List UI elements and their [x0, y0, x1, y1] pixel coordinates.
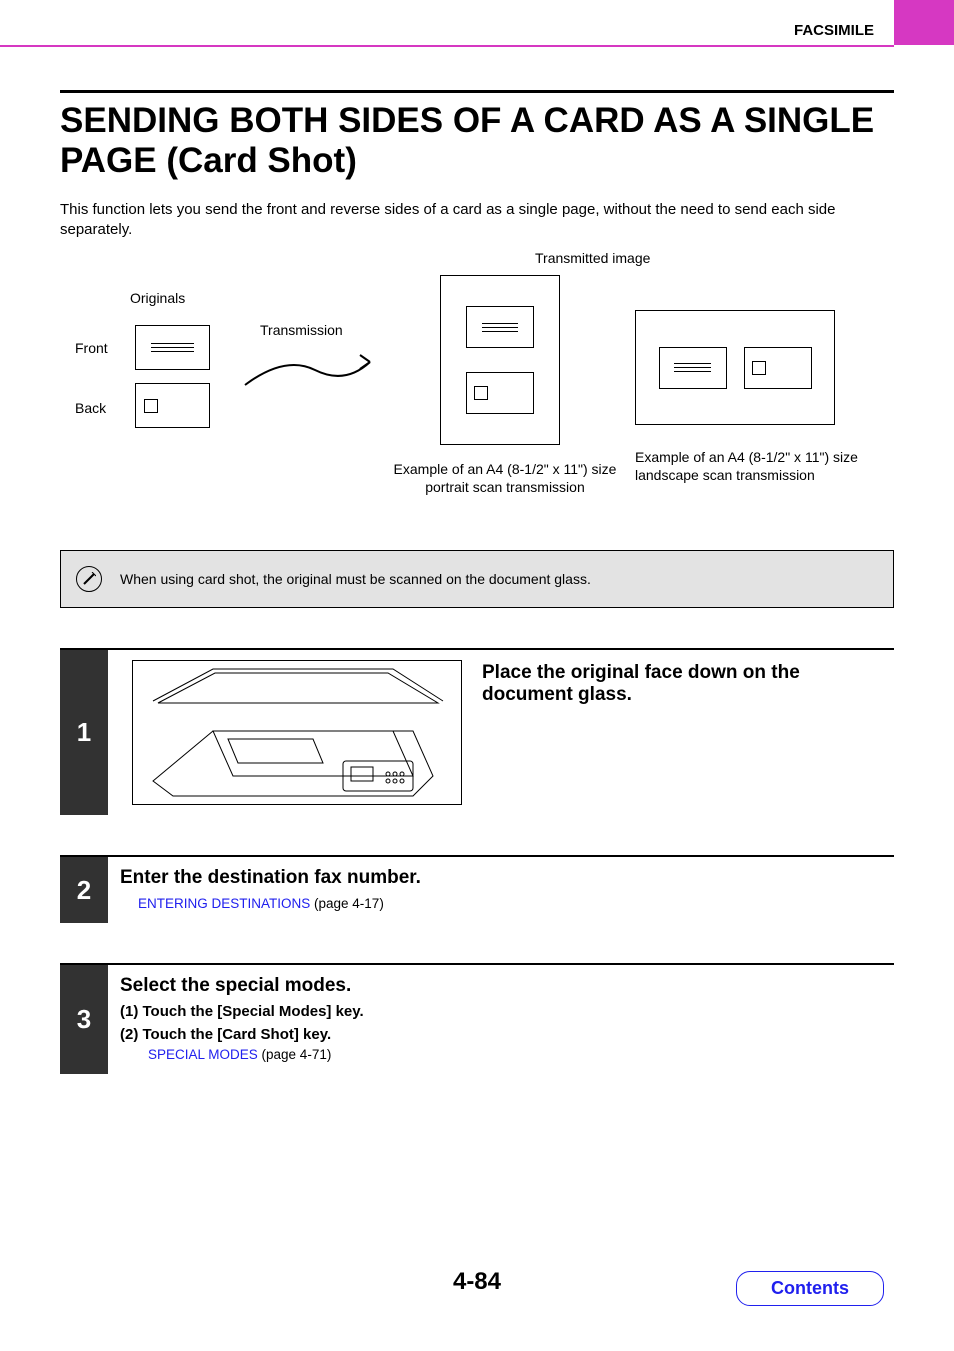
magenta-tab — [894, 0, 954, 45]
back-label: Back — [75, 400, 106, 416]
step-3-number: 3 — [60, 965, 108, 1074]
step-2: 2 Enter the destination fax number. ENTE… — [60, 855, 894, 923]
landscape-result — [635, 310, 835, 425]
title-rule — [60, 90, 894, 93]
scanner-illustration — [132, 660, 462, 805]
step-2-ref: (page 4-17) — [310, 896, 384, 911]
entering-destinations-link[interactable]: ENTERING DESTINATIONS — [138, 896, 310, 911]
transmission-arrow-icon — [240, 350, 390, 390]
special-modes-link[interactable]: SPECIAL MODES — [148, 1047, 258, 1062]
intro-text: This function lets you send the front an… — [60, 200, 894, 241]
portrait-result — [440, 275, 560, 445]
landscape-caption: Example of an A4 (8-1/2" x 11") size lan… — [635, 448, 865, 484]
original-front-card — [135, 325, 210, 370]
step-1-number: 1 — [60, 650, 108, 815]
step-2-number: 2 — [60, 857, 108, 923]
diagram: Transmitted image Originals Front Back T… — [60, 270, 894, 550]
step-3-sub2: (2) Touch the [Card Shot] key. — [120, 1026, 894, 1043]
step-1: 1 — [60, 648, 894, 815]
section-label: FACSIMILE — [794, 22, 874, 39]
note-text: When using card shot, the original must … — [120, 571, 591, 587]
step-3-sub1: (1) Touch the [Special Modes] key. — [120, 1003, 894, 1020]
portrait-caption: Example of an A4 (8-1/2" x 11") size por… — [390, 460, 620, 496]
page-title: SENDING BOTH SIDES OF A CARD AS A SINGLE… — [60, 101, 894, 182]
front-label: Front — [75, 340, 108, 356]
step-2-heading: Enter the destination fax number. — [120, 867, 894, 889]
contents-button[interactable]: Contents — [736, 1271, 884, 1306]
note-icon — [76, 566, 102, 592]
step-1-heading: Place the original face down on the docu… — [482, 662, 894, 706]
note-box: When using card shot, the original must … — [60, 550, 894, 608]
originals-label: Originals — [130, 290, 185, 306]
step-3-ref: (page 4-71) — [258, 1047, 332, 1062]
top-rule — [0, 45, 894, 47]
step-3-heading: Select the special modes. — [120, 975, 894, 997]
transmission-label: Transmission — [260, 322, 343, 338]
step-3: 3 Select the special modes. (1) Touch th… — [60, 963, 894, 1074]
original-back-card — [135, 383, 210, 428]
transmitted-image-label: Transmitted image — [535, 250, 650, 266]
